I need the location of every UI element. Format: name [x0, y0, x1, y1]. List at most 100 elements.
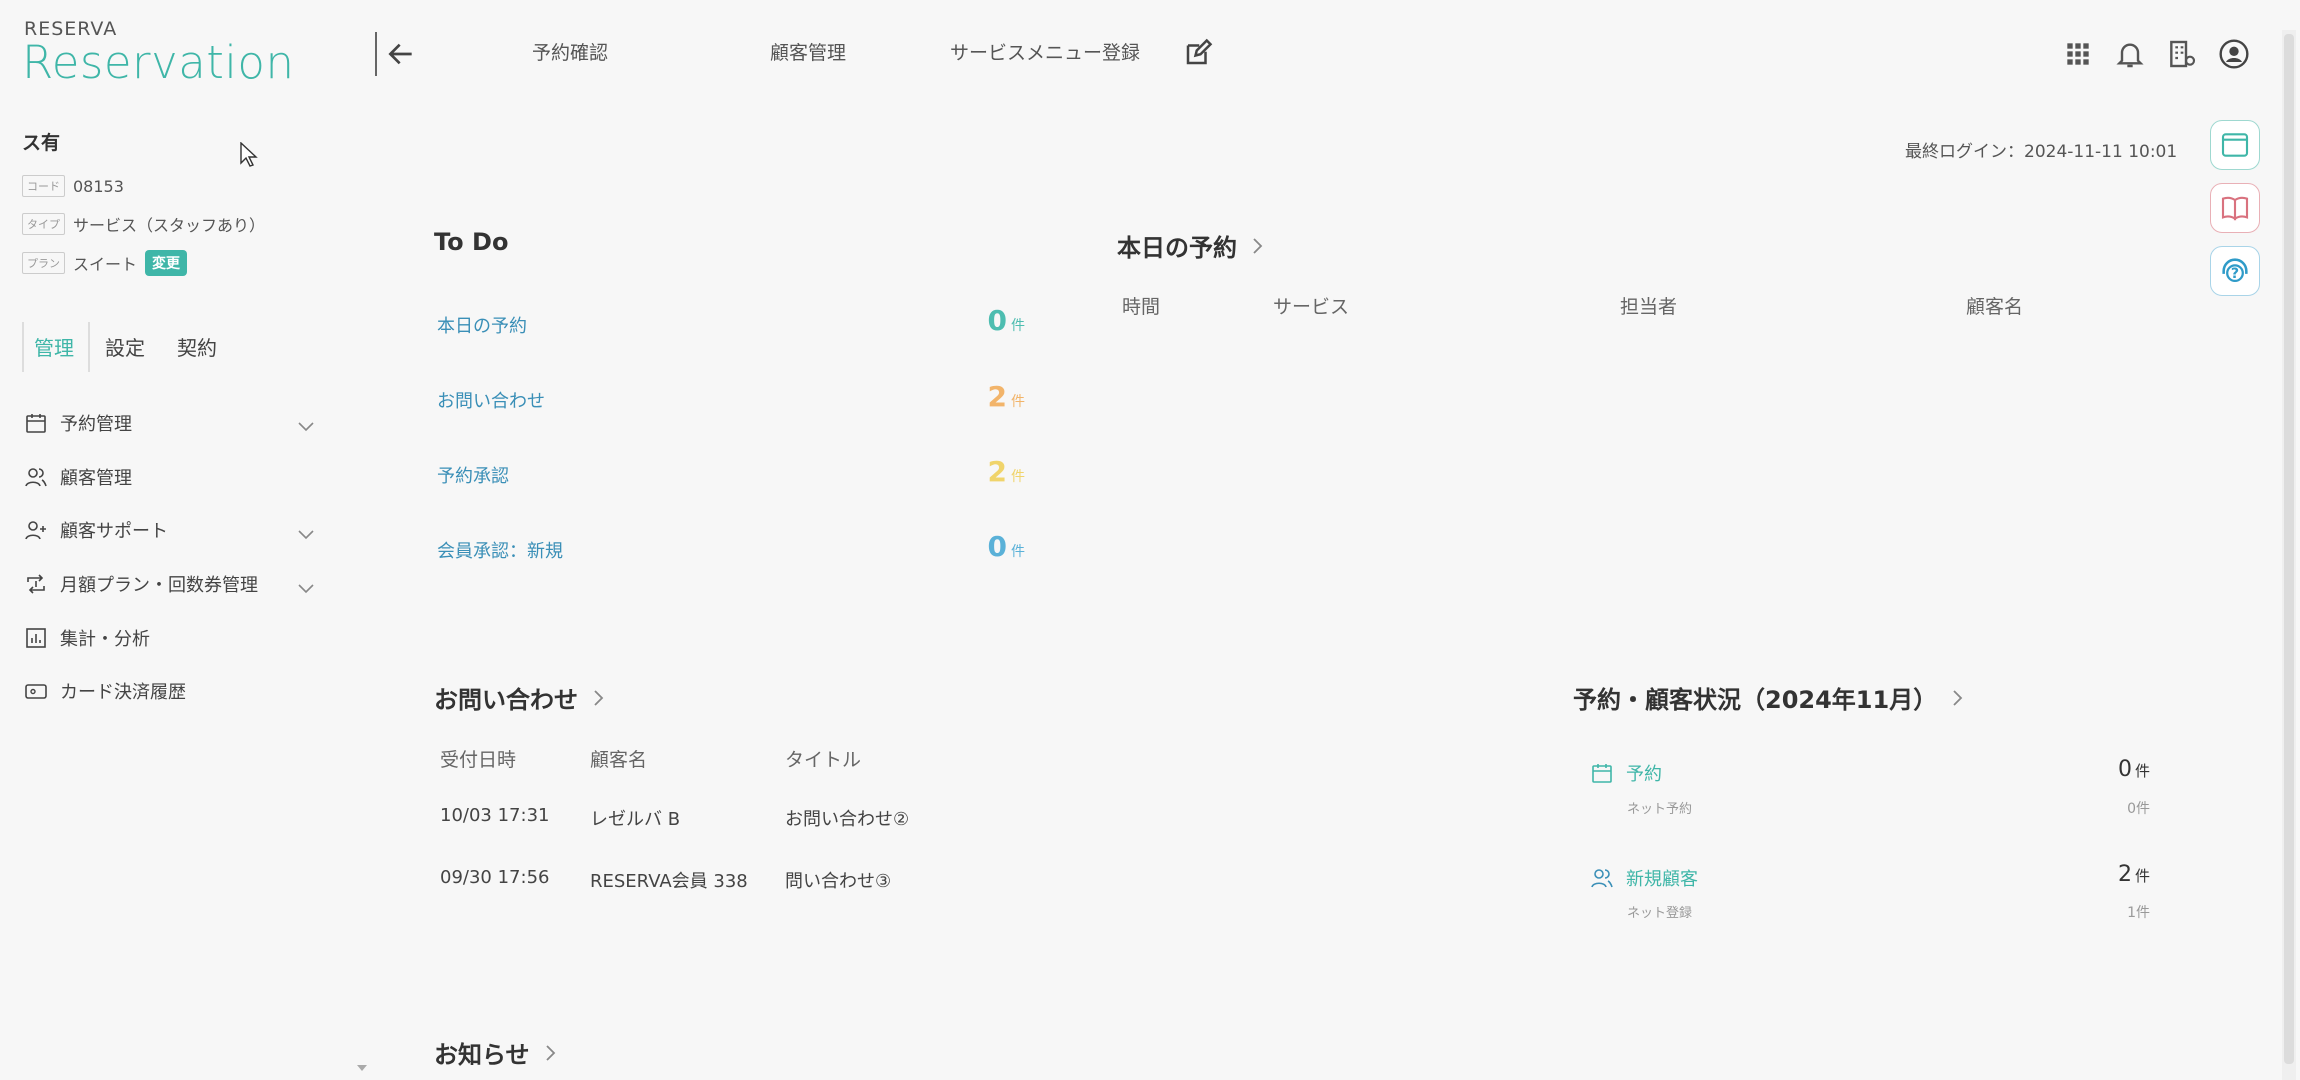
- inquiry-row-name[interactable]: RESERVA会員 338: [590, 867, 748, 893]
- mouse-cursor-icon: [240, 141, 258, 168]
- inquiry-row-name[interactable]: レゼルバ B: [590, 805, 680, 831]
- sidebar-item-label: 集計・分析: [60, 629, 150, 650]
- store-plan: スイート: [73, 255, 138, 274]
- status-sub-count: 0件: [1990, 798, 2150, 818]
- todo-member-approval-link[interactable]: 会員承認：新規: [437, 537, 563, 563]
- chevron-down-icon[interactable]: [296, 416, 316, 436]
- count-unit: 件: [2134, 867, 2150, 885]
- calendar-icon: [1592, 764, 1612, 783]
- count-value: 1: [2127, 905, 2136, 921]
- header-divider: [375, 32, 377, 76]
- user-circle-icon[interactable]: [2218, 38, 2250, 70]
- today-title-text: 本日の予約: [1117, 234, 1237, 262]
- tab-settings[interactable]: 設定: [105, 332, 145, 361]
- sidebar-item-subscription-management[interactable]: 月額プラン・回数券管理: [24, 571, 258, 597]
- sidebar-item-reservation-management[interactable]: 予約管理: [24, 410, 132, 436]
- column-header-customer-name: 顧客名: [590, 749, 648, 771]
- change-plan-button[interactable]: 変更: [145, 250, 188, 276]
- count-unit: 件: [1011, 318, 1025, 334]
- todo-count: 0件: [905, 304, 1025, 337]
- inquiries-title[interactable]: お問い合わせ: [434, 680, 606, 715]
- reservation-customer-status-title[interactable]: 予約・顧客状況（2024年11月）: [1573, 680, 1965, 715]
- inquiry-row-title[interactable]: 問い合わせ③: [785, 867, 891, 893]
- tab-contract[interactable]: 契約: [177, 332, 217, 361]
- back-arrow-icon[interactable]: [385, 38, 417, 70]
- chart-icon: [26, 628, 46, 648]
- count-value: 2: [2117, 862, 2132, 887]
- count-value: 0: [987, 304, 1007, 337]
- count-unit: 件: [1011, 544, 1025, 560]
- count-unit: 件: [1011, 469, 1025, 485]
- brand-logo[interactable]: Reservation: [22, 36, 294, 89]
- store-name: ス有: [22, 132, 61, 154]
- todo-section-title: To Do: [434, 228, 508, 256]
- tab-divider: [88, 322, 90, 372]
- count-unit: 件: [1011, 394, 1025, 410]
- edit-icon[interactable]: [1183, 38, 1213, 68]
- count-value: 0: [987, 530, 1007, 563]
- sidebar-scroll-down-icon[interactable]: [356, 1058, 368, 1071]
- status-sub-label: ネット予約: [1627, 802, 1693, 817]
- chevron-down-icon[interactable]: [296, 578, 316, 598]
- tab-divider: [22, 322, 24, 372]
- support-headset-icon[interactable]: ?: [2210, 246, 2260, 296]
- todo-count: 2件: [905, 380, 1025, 413]
- sidebar-item-label: 予約管理: [60, 414, 132, 435]
- users-icon: [25, 468, 47, 487]
- nav-service-menu-register[interactable]: サービスメニュー登録: [950, 38, 1140, 65]
- sidebar-item-customer-management[interactable]: 顧客管理: [24, 464, 132, 490]
- sidebar-item-label: 月額プラン・回数券管理: [60, 575, 258, 596]
- plan-tag: プラン: [22, 252, 65, 274]
- status-reservations[interactable]: 予約: [1590, 760, 1662, 786]
- status-count: 0件: [1990, 757, 2150, 782]
- status-count: 2件: [1990, 862, 2150, 887]
- bell-icon[interactable]: [2114, 38, 2146, 70]
- count-value: 2: [987, 380, 1007, 413]
- status-title-text: 予約・顧客状況（2024年11月）: [1573, 686, 1938, 714]
- nav-reservation-check[interactable]: 予約確認: [532, 38, 608, 65]
- todo-count: 2件: [905, 455, 1025, 488]
- page-scrollbar-thumb[interactable]: [2284, 34, 2294, 1064]
- nav-customer-management[interactable]: 顧客管理: [770, 38, 846, 65]
- inquiries-title-text: お問い合わせ: [434, 686, 578, 714]
- status-new-customers[interactable]: 新規顧客: [1590, 865, 1698, 891]
- today-reservations-title[interactable]: 本日の予約: [1117, 228, 1265, 263]
- inquiry-row-date[interactable]: 10/03 17:31: [440, 805, 549, 826]
- building-settings-icon[interactable]: [2166, 38, 2198, 70]
- inquiry-row-date[interactable]: 09/30 17:56: [440, 867, 549, 888]
- column-header-time: 時間: [1122, 296, 1161, 318]
- sidebar-item-label: 顧客サポート: [60, 521, 168, 542]
- column-header-received-date: 受付日時: [440, 749, 517, 771]
- apps-grid-icon[interactable]: [2062, 38, 2094, 70]
- news-title-text: お知らせ: [434, 1041, 530, 1069]
- column-header-title: タイトル: [785, 749, 862, 771]
- sidebar-item-customer-support[interactable]: 顧客サポート: [24, 517, 168, 543]
- store-type: サービス（スタッフあり）: [73, 216, 266, 235]
- users-icon: [1591, 869, 1613, 888]
- column-header-staff: 担当者: [1620, 296, 1678, 318]
- tab-manage[interactable]: 管理: [34, 332, 74, 361]
- status-label: 予約: [1626, 764, 1662, 785]
- chevron-down-icon[interactable]: [296, 524, 316, 544]
- user-add-icon: [25, 521, 46, 540]
- book-icon[interactable]: [2210, 183, 2260, 233]
- column-header-service: サービス: [1273, 296, 1350, 318]
- sidebar-item-card-payment-history[interactable]: カード決済履歴: [24, 678, 186, 704]
- count-value: 0: [2117, 757, 2132, 782]
- todo-reservation-approval-link[interactable]: 予約承認: [437, 462, 509, 488]
- inquiry-row-title[interactable]: お問い合わせ②: [785, 805, 909, 831]
- news-title[interactable]: お知らせ: [434, 1035, 558, 1070]
- repeat-icon: [27, 574, 45, 594]
- column-header-customer: 顧客名: [1966, 296, 2024, 318]
- calendar-icon: [26, 414, 46, 433]
- sidebar-item-analytics[interactable]: 集計・分析: [24, 625, 150, 651]
- count-unit: 件: [2136, 801, 2150, 817]
- code-tag: コード: [22, 175, 65, 197]
- todo-title-text: To Do: [434, 228, 509, 256]
- count-value: 0: [2127, 801, 2136, 817]
- todo-today-reservations-link[interactable]: 本日の予約: [437, 312, 527, 338]
- store-plan-row: プラン スイート 変更: [22, 250, 188, 276]
- window-icon[interactable]: [2210, 120, 2260, 170]
- status-sub-count: 1件: [1990, 902, 2150, 922]
- todo-inquiries-link[interactable]: お問い合わせ: [437, 387, 545, 413]
